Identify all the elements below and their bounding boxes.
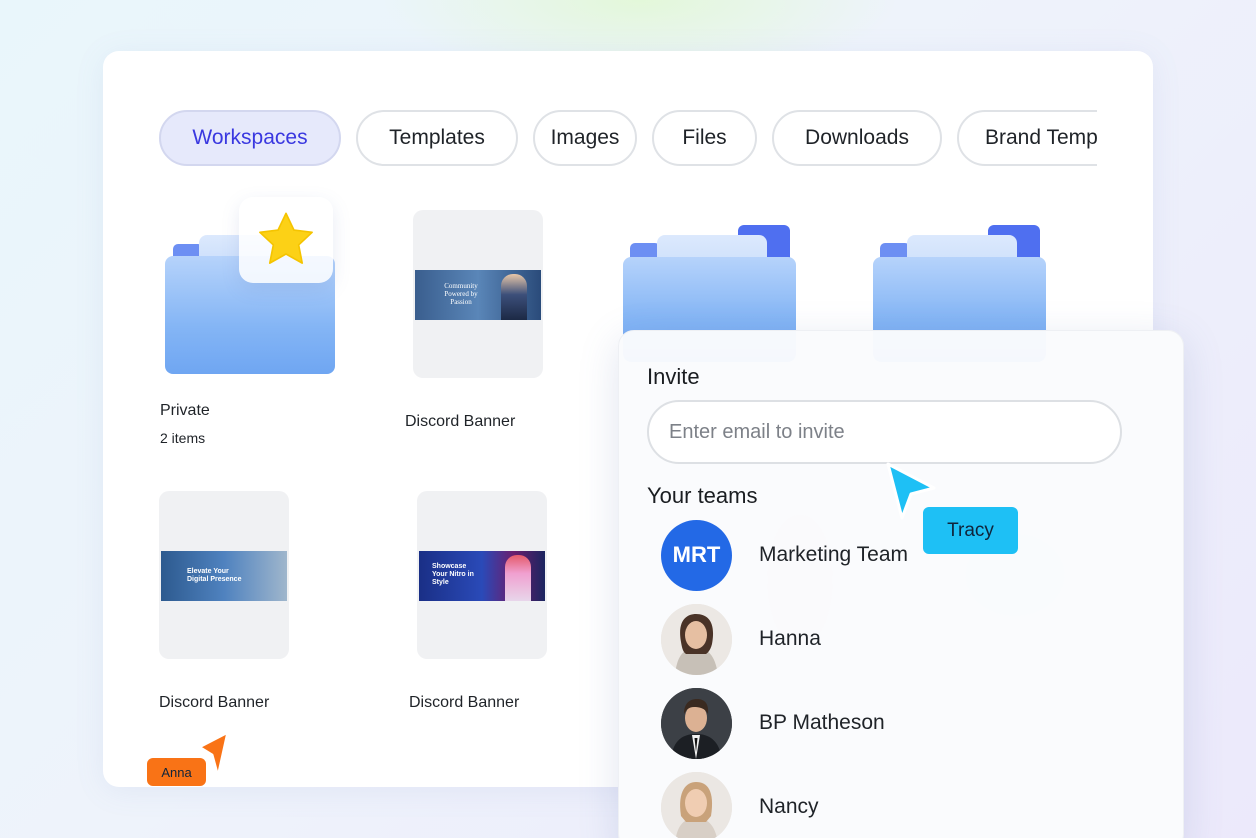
folder-item-count: 2 items [160,430,206,446]
person-photo-icon [661,687,732,759]
category-tabs: Workspaces Templates Images Files Downlo… [159,108,1097,168]
design-thumbnail[interactable]: Elevate Your Digital Presence [159,491,289,659]
tab-downloads[interactable]: Downloads [772,110,942,166]
invite-panel: Invite Your teams MRT Marketing Team Han… [618,330,1184,838]
team-member-row[interactable]: MRT Marketing Team [661,519,1121,591]
design-title: Discord Banner [405,413,516,430]
banner-text: Showcase Your Nitro in Style [432,563,474,586]
team-member-row[interactable]: BP Matheson [661,687,1121,759]
design-title: Discord Banner [409,694,520,711]
collaborator-cursor-label: Tracy [923,507,1018,554]
member-name: Hanna [759,627,821,650]
team-member-row[interactable]: Nancy [661,771,1121,838]
collaborator-cursor-label: Anna [147,758,206,786]
tab-brand-templates[interactable]: Brand Templates [957,110,1097,166]
person-photo-icon [661,603,732,675]
invite-title: Invite [647,364,700,389]
avatar [661,687,732,759]
team-member-row[interactable]: Hanna [661,603,1121,675]
member-name: BP Matheson [759,711,885,734]
banner-person [501,274,527,320]
banner-preview: Community Powered by Passion [415,270,541,320]
member-name: Marketing Team [759,543,909,566]
banner-text: Elevate Your Digital Presence [187,568,242,583]
person-photo-icon [661,771,732,838]
avatar [661,771,732,838]
teams-title: Your teams [647,483,758,508]
design-thumbnail[interactable]: Showcase Your Nitro in Style [417,491,547,659]
invite-email-input[interactable] [647,400,1122,464]
star-icon [259,212,313,264]
banner-preview: Showcase Your Nitro in Style [419,551,545,601]
tab-files[interactable]: Files [652,110,757,166]
folder-private[interactable]: Private 2 items [160,197,343,451]
banner-text: Community Powered by Passion [444,282,478,306]
tab-images[interactable]: Images [533,110,637,166]
design-title: Discord Banner [159,694,270,711]
tab-templates[interactable]: Templates [356,110,518,166]
avatar: MRT [661,519,732,591]
avatar [661,603,732,675]
design-thumbnail[interactable]: Community Powered by Passion [413,210,543,378]
favorite-badge [239,197,333,283]
folder-title: Private [160,402,210,419]
tab-workspaces[interactable]: Workspaces [159,110,341,166]
member-name: Nancy [759,795,819,818]
banner-preview: Elevate Your Digital Presence [161,551,287,601]
banner-person [505,555,531,601]
